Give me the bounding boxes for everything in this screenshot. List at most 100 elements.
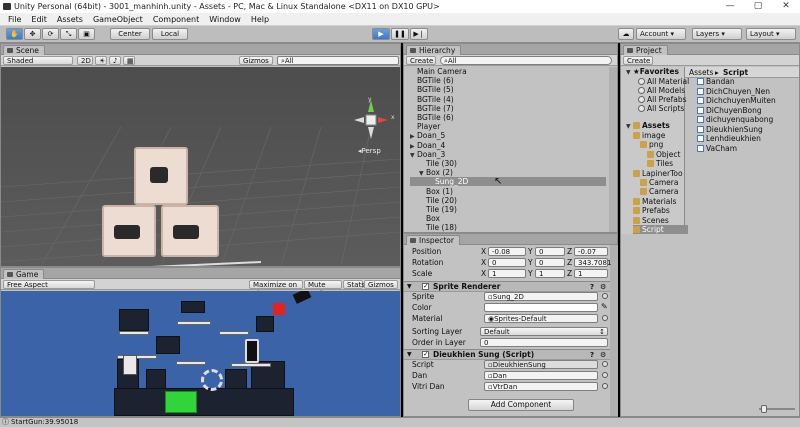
menu-window[interactable]: Window — [204, 13, 246, 26]
hierarchy-item[interactable]: BGTile (6) — [410, 76, 606, 85]
tab-project[interactable]: Project — [623, 45, 668, 55]
vitri-dan-picker-icon[interactable] — [602, 383, 608, 389]
menu-assets[interactable]: Assets — [52, 13, 88, 26]
menu-component[interactable]: Component — [148, 13, 204, 26]
favorite-item[interactable]: All Models — [638, 86, 685, 95]
add-component-button[interactable]: Add Component — [468, 399, 574, 411]
asset-folder-item[interactable]: Scenes — [633, 216, 669, 225]
asset-folder-item[interactable]: Camera — [640, 187, 678, 196]
sprite-renderer-header[interactable]: ▼ Sprite Renderer ? ⚙ — [404, 281, 610, 292]
script-file-item[interactable]: DichChuyen_Nen — [697, 87, 770, 96]
hierarchy-item[interactable]: BGTile (6) — [410, 113, 606, 122]
maximize-on-play-toggle[interactable]: Maximize on Play — [249, 280, 303, 298]
hierarchy-item[interactable]: ▶ Doan_5 — [410, 131, 606, 140]
toggle-2d-button[interactable]: 2D — [77, 56, 93, 65]
material-picker-icon[interactable] — [602, 315, 608, 321]
hierarchy-item[interactable]: ▶ Doan_4 — [410, 141, 606, 150]
menu-help[interactable]: Help — [246, 13, 274, 26]
rotation-z-field[interactable]: 343.7081 — [574, 258, 611, 267]
layout-dropdown[interactable]: Layout ▾ — [746, 28, 796, 40]
pivot-local-button[interactable]: Local — [152, 28, 188, 40]
script-component-header[interactable]: ▼ Dieukhien Sung (Script) ? ⚙ — [404, 349, 610, 360]
play-button[interactable]: ▶ — [372, 28, 390, 40]
asset-folder-item[interactable]: Materials — [633, 197, 676, 206]
layers-dropdown[interactable]: Layers ▾ — [692, 28, 742, 40]
script-field[interactable]: ▫DieukhienSung — [484, 360, 598, 369]
vitri-dan-field[interactable]: ▫VtrDan — [484, 382, 598, 391]
rotation-y-field[interactable]: 0 — [535, 258, 565, 267]
scene-search-input[interactable]: ⌕All — [277, 56, 399, 65]
scale-y-field[interactable]: 1 — [535, 269, 565, 278]
script-file-item[interactable]: Bandan — [697, 77, 735, 86]
sprite-renderer-enabled-checkbox[interactable] — [422, 281, 429, 291]
position-y-field[interactable]: 0 — [535, 247, 565, 256]
menu-edit[interactable]: Edit — [26, 13, 52, 26]
help-icon[interactable]: ? — [590, 282, 594, 292]
rotate-tool-button[interactable]: ⟳ — [42, 28, 59, 40]
eyedropper-icon[interactable]: ✎ — [601, 302, 608, 311]
effects-toggle[interactable]: ▦ — [123, 56, 135, 65]
script-picker-icon[interactable] — [602, 361, 608, 367]
script-file-item[interactable]: DiChuyenBong — [697, 106, 762, 115]
gear-icon[interactable]: ⚙ — [600, 350, 606, 360]
script-file-item[interactable]: Lenhdieukhien — [697, 134, 761, 143]
help-icon[interactable]: ? — [590, 350, 594, 360]
rect-tool-button[interactable]: ▣ — [78, 28, 95, 40]
step-button[interactable]: ▶❘ — [410, 28, 428, 40]
tab-scene[interactable]: Scene — [3, 45, 45, 55]
hierarchy-item[interactable]: Main Camera — [410, 67, 606, 76]
asset-folder-item[interactable]: Camera — [640, 178, 678, 187]
scene-gizmos-dropdown[interactable]: Gizmos — [239, 56, 273, 65]
hierarchy-scrollbar[interactable] — [609, 67, 617, 232]
asset-folder-item[interactable]: image — [633, 131, 665, 140]
favorite-item[interactable]: All Material — [638, 77, 689, 86]
script-file-item[interactable]: DieukhienSung — [697, 125, 763, 134]
asset-folder-item[interactable]: Prefabs — [633, 206, 670, 215]
mute-audio-toggle[interactable]: Mute audio — [304, 280, 342, 298]
asset-folder-item[interactable]: Script — [633, 225, 688, 234]
rotation-x-field[interactable]: 0 — [488, 258, 526, 267]
script-file-item[interactable]: dichuyenquabong — [697, 115, 773, 124]
aspect-dropdown[interactable]: Free Aspect — [3, 280, 95, 289]
audio-toggle[interactable]: ♪ — [109, 56, 121, 65]
minimize-button[interactable]: — — [716, 0, 744, 13]
position-x-field[interactable]: -0.08 — [488, 247, 526, 256]
move-tool-button[interactable]: ✥ — [24, 28, 41, 40]
status-bar[interactable]: ⓘ StartGun:39.95018 — [0, 417, 800, 427]
cloud-button[interactable]: ☁ — [618, 28, 634, 40]
asset-folder-item[interactable]: Object — [647, 150, 680, 159]
icon-size-slider-handle[interactable] — [761, 405, 767, 413]
hierarchy-item[interactable]: Box (1) — [410, 187, 606, 196]
shading-dropdown[interactable]: Shaded — [3, 56, 73, 65]
lighting-toggle[interactable]: ☀ — [95, 56, 107, 65]
sprite-picker-icon[interactable] — [602, 293, 608, 299]
tab-inspector[interactable]: Inspector — [406, 235, 460, 245]
maximize-button[interactable]: ▢ — [744, 0, 772, 13]
asset-folder-item[interactable]: LapinerToo — [633, 169, 683, 178]
hierarchy-item[interactable]: Tile (30) — [410, 159, 606, 168]
scale-x-field[interactable]: 1 — [488, 269, 526, 278]
hierarchy-item[interactable]: BGTile (7) — [410, 104, 606, 113]
inspector-scrollbar[interactable] — [610, 245, 618, 416]
pause-button[interactable]: ❚❚ — [391, 28, 409, 40]
hierarchy-search-input[interactable]: ⌕All — [440, 56, 612, 65]
script-file-item[interactable]: VaCham — [697, 144, 737, 153]
game-gizmos-dropdown[interactable]: Gizmos — [364, 280, 398, 289]
pivot-center-button[interactable]: Center — [110, 28, 150, 40]
hierarchy-item[interactable]: Sung_2D — [410, 177, 606, 187]
sprite-field[interactable]: ▫Sung_2D — [484, 292, 598, 301]
asset-folder-item[interactable]: png — [640, 140, 663, 149]
script-file-item[interactable]: DichchuyenMuiten — [697, 96, 776, 105]
tab-game[interactable]: Game — [3, 269, 45, 279]
sorting-layer-dropdown[interactable]: Default ↕ — [480, 327, 608, 336]
menu-gameobject[interactable]: GameObject — [88, 13, 148, 26]
hand-tool-button[interactable]: ✋ — [6, 28, 23, 40]
menu-file[interactable]: File — [3, 13, 26, 26]
script-enabled-checkbox[interactable] — [422, 349, 429, 359]
scale-z-field[interactable]: 1 — [574, 269, 608, 278]
gear-icon[interactable]: ⚙ — [600, 282, 606, 292]
dan-field[interactable]: ▫Dan — [484, 371, 598, 380]
hierarchy-item[interactable]: Tile (20) — [410, 196, 606, 205]
favorite-item[interactable]: All Prefabs — [638, 95, 687, 104]
stats-toggle[interactable]: Stats — [343, 280, 365, 289]
